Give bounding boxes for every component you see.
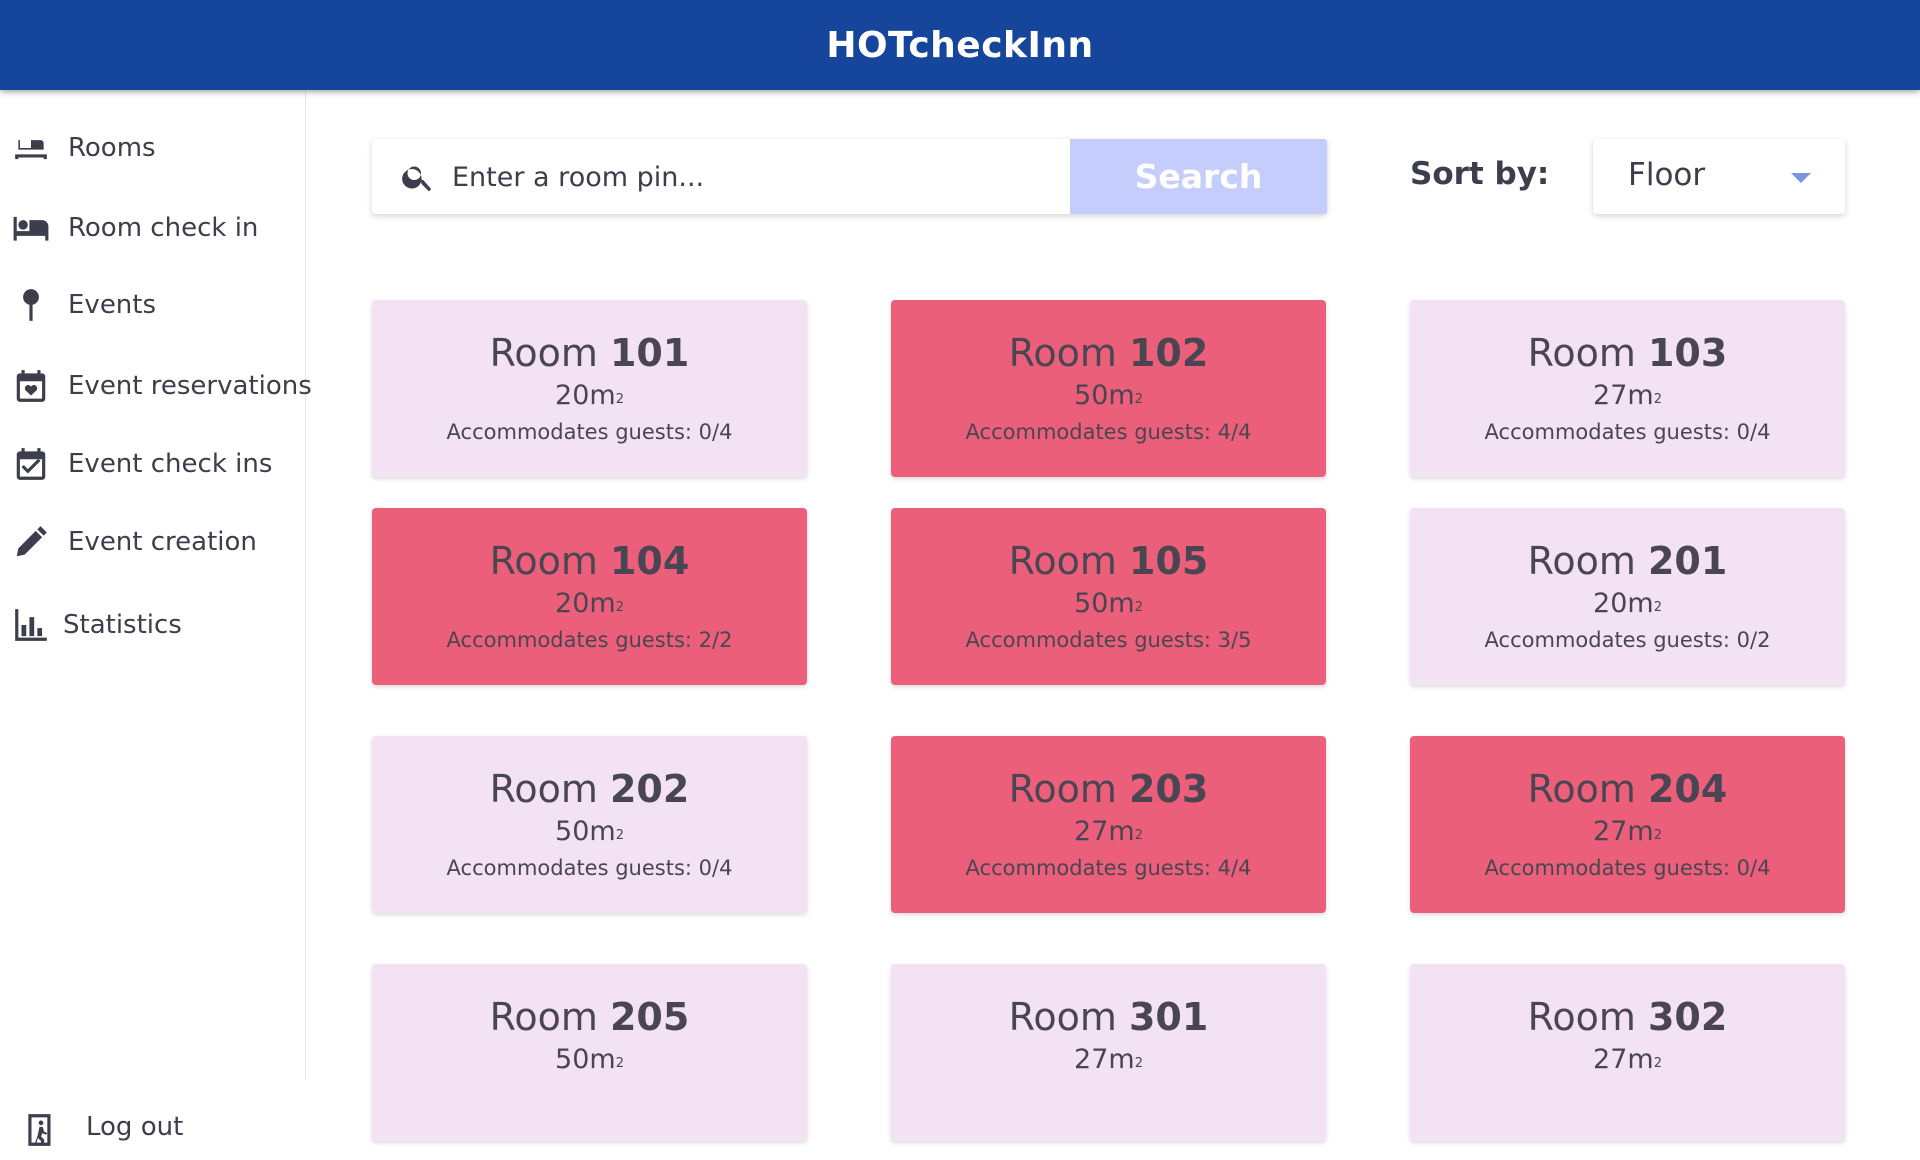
sidebar-item-label: Event creation	[68, 527, 257, 557]
calendar-heart-icon	[12, 367, 50, 405]
search-button[interactable]: Search	[1070, 139, 1327, 214]
room-title: Room 205	[489, 995, 690, 1039]
sidebar-item-label: Events	[68, 290, 157, 320]
room-size: 50m2	[1074, 380, 1143, 411]
room-guests: Accommodates guests: 4/4	[965, 856, 1252, 880]
room-card[interactable]: Room 201 20m2 Accommodates guests: 0/2	[1410, 508, 1845, 685]
sidebar-item-event-check-ins[interactable]: Event check ins	[0, 434, 305, 494]
room-size: 20m2	[555, 380, 624, 411]
room-card[interactable]: Room 202 50m2 Accommodates guests: 0/4	[372, 736, 807, 913]
sidebar-item-event-creation[interactable]: Event creation	[0, 512, 305, 572]
room-guests: Accommodates guests: 4/4	[965, 420, 1252, 444]
room-title: Room 105	[1008, 539, 1209, 583]
room-guests: Accommodates guests: 0/4	[446, 420, 733, 444]
room-size: 50m2	[555, 816, 624, 847]
sort-label: Sort by:	[1410, 156, 1550, 192]
sort-value: Floor	[1628, 157, 1706, 193]
room-size: 27m2	[1593, 1044, 1662, 1075]
room-card[interactable]: Room 104 20m2 Accommodates guests: 2/2	[372, 508, 807, 685]
room-title: Room 203	[1008, 767, 1209, 811]
bed-icon	[12, 129, 50, 167]
bar-chart-icon	[12, 606, 50, 644]
room-guests: Accommodates guests: 3/5	[965, 628, 1252, 652]
sidebar-item-room-check-in[interactable]: Room check in	[0, 198, 305, 258]
room-guests: Accommodates guests: 0/4	[1484, 420, 1771, 444]
app-title: HOTcheckInn	[826, 24, 1094, 66]
sidebar-item-label: Event reservations	[68, 371, 312, 401]
sidebar-item-statistics[interactable]: Statistics	[0, 595, 305, 655]
room-card[interactable]: Room 205 50m2	[372, 964, 807, 1141]
room-size: 27m2	[1593, 816, 1662, 847]
sidebar-item-rooms[interactable]: Rooms	[0, 118, 305, 178]
room-guests: Accommodates guests: 0/2	[1484, 628, 1771, 652]
room-card[interactable]: Room 204 27m2 Accommodates guests: 0/4	[1410, 736, 1845, 913]
room-size: 20m2	[1593, 588, 1662, 619]
sidebar-item-events[interactable]: Events	[0, 275, 305, 335]
room-title: Room 102	[1008, 331, 1209, 375]
room-title: Room 204	[1527, 767, 1728, 811]
logout-button[interactable]: Log out	[0, 1100, 305, 1160]
room-title: Room 103	[1527, 331, 1728, 375]
room-card[interactable]: Room 301 27m2	[891, 964, 1326, 1141]
search-bar: Search	[372, 139, 1327, 214]
map-pin-icon	[12, 286, 50, 324]
sidebar: Rooms Room check in Events Event reserva…	[0, 90, 312, 1146]
sidebar-item-label: Rooms	[68, 133, 156, 163]
room-card[interactable]: Room 103 27m2 Accommodates guests: 0/4	[1410, 300, 1845, 477]
room-card[interactable]: Room 101 20m2 Accommodates guests: 0/4	[372, 300, 807, 477]
room-title: Room 202	[489, 767, 690, 811]
bed-checkin-icon	[12, 209, 50, 247]
room-guests: Accommodates guests: 0/4	[446, 856, 733, 880]
room-size: 27m2	[1074, 816, 1143, 847]
sidebar-item-event-reservations[interactable]: Event reservations	[0, 356, 312, 416]
search-icon	[400, 159, 436, 195]
chevron-down-icon	[1791, 173, 1811, 183]
room-pin-input[interactable]	[450, 153, 1014, 201]
room-card[interactable]: Room 102 50m2 Accommodates guests: 4/4	[891, 300, 1326, 477]
sidebar-item-label: Statistics	[63, 610, 182, 640]
calendar-check-icon	[12, 445, 50, 483]
sort-select[interactable]: Floor	[1593, 139, 1845, 214]
room-card[interactable]: Room 302 27m2	[1410, 964, 1845, 1141]
room-title: Room 201	[1527, 539, 1728, 583]
room-size: 27m2	[1593, 380, 1662, 411]
pencil-icon	[12, 523, 50, 561]
logout-label: Log out	[86, 1112, 184, 1142]
room-size: 27m2	[1074, 1044, 1143, 1075]
sidebar-item-label: Event check ins	[68, 449, 273, 479]
room-size: 20m2	[555, 588, 624, 619]
room-guests: Accommodates guests: 2/2	[446, 628, 733, 652]
room-card[interactable]: Room 203 27m2 Accommodates guests: 4/4	[891, 736, 1326, 913]
app-header: HOTcheckInn	[0, 0, 1920, 90]
room-title: Room 301	[1008, 995, 1209, 1039]
sidebar-item-label: Room check in	[68, 213, 259, 243]
room-title: Room 101	[489, 331, 690, 375]
room-size: 50m2	[555, 1044, 624, 1075]
room-title: Room 104	[489, 539, 690, 583]
room-size: 50m2	[1074, 588, 1143, 619]
room-guests: Accommodates guests: 0/4	[1484, 856, 1771, 880]
room-title: Room 302	[1527, 995, 1728, 1039]
exit-icon	[22, 1111, 60, 1149]
room-card[interactable]: Room 105 50m2 Accommodates guests: 3/5	[891, 508, 1326, 685]
